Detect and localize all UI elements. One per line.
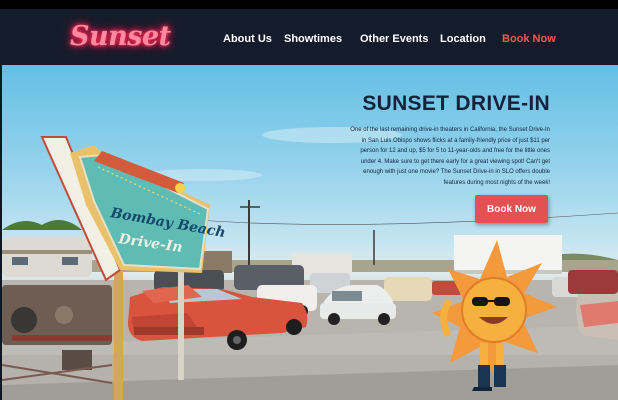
hero-section: Bombay Beach Drive-In SUNSET DRIVE-IN On… <box>2 65 618 400</box>
nav-about-us[interactable]: About Us <box>223 33 272 45</box>
nav-other-events[interactable]: Other Events <box>360 33 428 45</box>
top-edge-bar <box>0 0 618 9</box>
nav-showtimes[interactable]: Showtimes <box>284 33 342 45</box>
nav-location[interactable]: Location <box>440 33 486 45</box>
hero-title: SUNSET DRIVE-IN <box>362 92 550 115</box>
site-header: Sunset About Us Showtimes Other Events L… <box>0 9 618 65</box>
sunset-logo[interactable]: Sunset <box>70 21 171 52</box>
book-now-button[interactable]: Book Now <box>475 195 548 223</box>
nav-book-now[interactable]: Book Now <box>502 33 556 45</box>
hero-description: One of the last remaining drive-in theat… <box>350 127 550 186</box>
